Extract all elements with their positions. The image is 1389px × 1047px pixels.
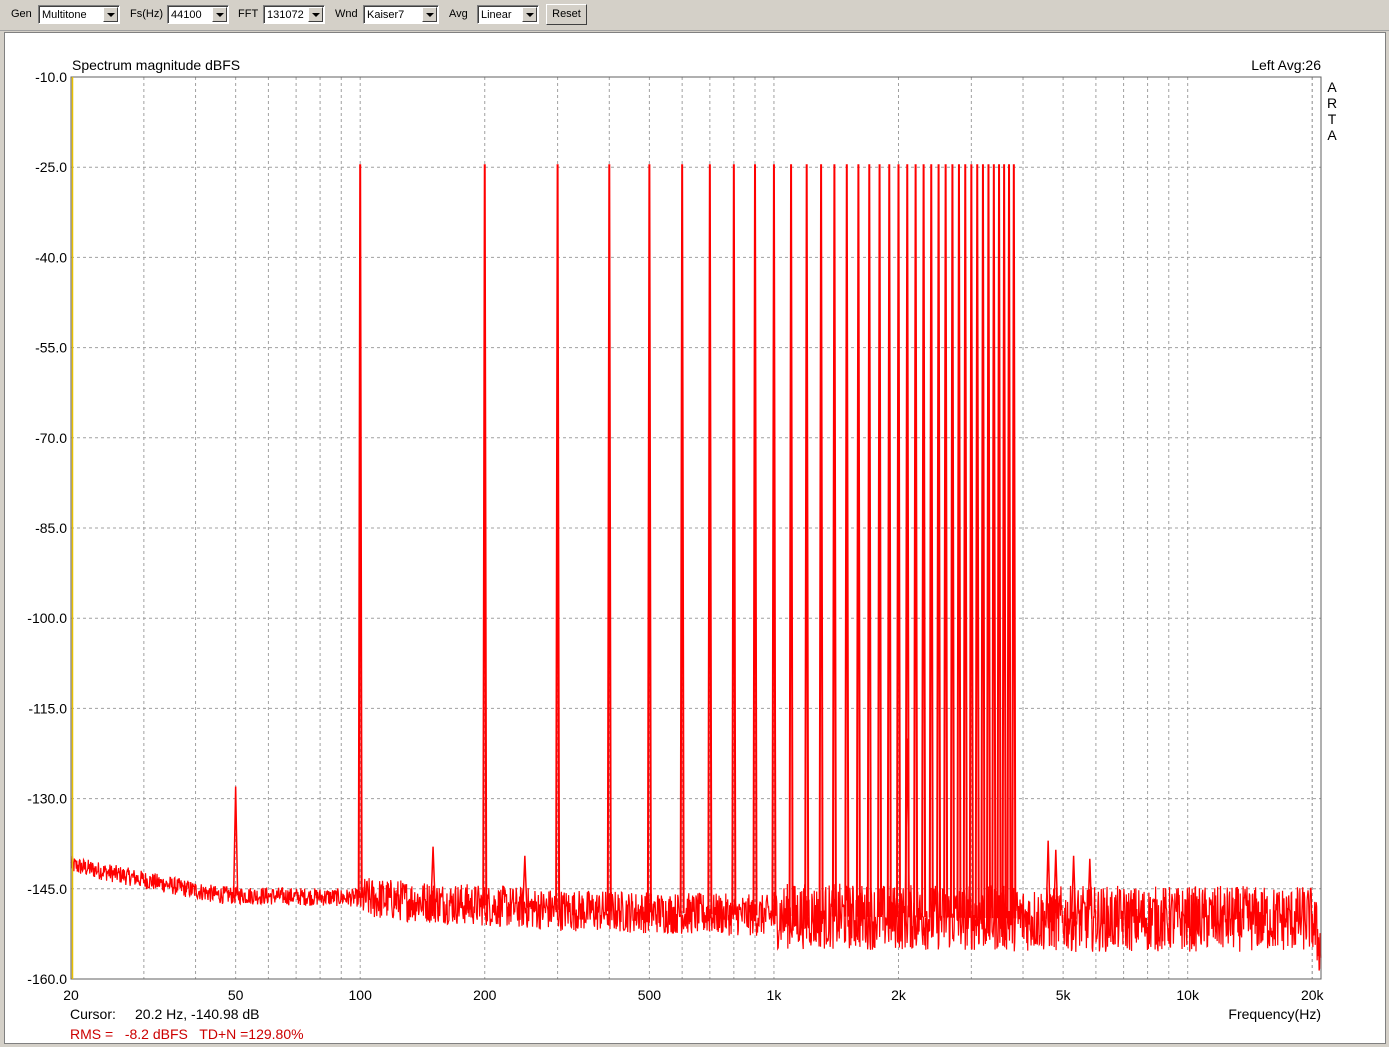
fft-select[interactable]: 131072 [263,5,325,24]
chevron-down-icon[interactable] [212,7,227,22]
tone-peak [818,164,824,917]
brand-letter-r: R [1327,95,1337,111]
wnd-label: Wnd [335,8,358,20]
label-layer: -10.0 -25.0 -40.0 -55.0 -70.0 -85.0 -100.0 -115… [27,69,1324,1003]
x-tick-label: 50 [228,987,244,1003]
tone-peak [707,164,713,915]
avg-select[interactable]: Linear [477,5,539,24]
fft-label: FFT [238,8,259,20]
y-tick-label: -100.0 [27,610,67,626]
tone-peak [831,164,837,917]
tone-peak [913,164,919,918]
wnd-select-value: Kaiser7 [367,9,405,21]
fft-select-value: 131072 [267,9,304,21]
x-tick-label: 20k [1301,987,1325,1003]
gen-select[interactable]: Multitone [38,5,120,24]
y-tick-label: -40.0 [35,249,67,265]
y-tick-label: -130.0 [27,791,67,807]
tone-peak [752,164,758,916]
tone-peak [962,164,968,918]
fs-select[interactable]: 44100 [167,5,229,24]
y-tick-label: -10.0 [35,69,67,85]
tone-peak [956,164,962,918]
tone-peak [980,164,986,919]
brand-letter-a1: A [1327,79,1337,95]
tone-peak [1011,164,1017,919]
tone-peak [949,164,955,918]
tone-peak [844,164,850,917]
tone-peak [928,164,934,918]
x-tick-label: 5k [1056,987,1072,1003]
x-tick-label: 100 [349,987,373,1003]
y-tick-label: -115.0 [28,700,67,716]
brand-letter-a2: A [1327,127,1337,143]
noise-floor-trace [70,856,1322,971]
y-tick-label: -70.0 [35,430,67,446]
tone-peak [1001,164,1007,919]
tone-peak [985,164,991,919]
tone-peak [921,164,927,918]
x-tick-label: 1k [767,987,783,1003]
y-tick-label: -160.0 [27,971,67,987]
tone-peak [943,164,949,918]
chart-panel: -10.0 -25.0 -40.0 -55.0 -70.0 -85.0 -100.0 -115… [4,32,1386,1044]
reset-button[interactable]: Reset [546,4,587,25]
channel-info: Left Avg:26 [1251,57,1321,73]
x-tick-label: 10k [1176,987,1200,1003]
x-tick-label: 20 [63,987,79,1003]
gen-label: Gen [11,8,32,20]
tone-peak [996,164,1002,919]
tone-peak [855,164,861,917]
toolbar: Gen Multitone Fs(Hz) 44100 FFT 131072 Wn… [0,0,1389,31]
x-tick-label: 500 [638,987,662,1003]
cursor-label: Cursor: [70,1006,116,1022]
tone-peak [886,164,892,918]
avg-label: Avg [449,8,468,20]
x-axis-label: Frequency(Hz) [1228,1006,1321,1022]
tone-peak [788,164,794,917]
grid-layer [71,77,1321,979]
tone-peak [877,164,883,917]
chevron-down-icon[interactable] [308,7,323,22]
x-tick-label: 2k [891,987,907,1003]
rms-text: RMS = -8.2 dBFS TD+N =129.80% [70,1026,304,1042]
y-tick-label: -55.0 [35,340,67,356]
trace-layer [70,164,1322,971]
y-tick-label: -25.0 [35,159,67,175]
brand-letter-t: T [1328,111,1337,127]
y-tick-label: -85.0 [35,520,67,536]
fs-label: Fs(Hz) [130,8,163,20]
y-tick-label: -145.0 [27,881,67,897]
chevron-down-icon[interactable] [522,7,537,22]
tone-peak [991,164,997,919]
tone-peak [804,164,810,917]
wnd-select[interactable]: Kaiser7 [363,5,439,24]
tone-peak [731,164,737,915]
tone-peak [679,164,685,914]
chevron-down-icon[interactable] [103,7,118,22]
cursor-value: 20.2 Hz, -140.98 dB [135,1006,260,1022]
tone-peak [936,164,942,918]
tone-peak [482,164,488,906]
x-tick-label: 200 [473,987,497,1003]
avg-select-value: Linear [481,9,512,21]
gen-select-value: Multitone [42,9,87,21]
fs-select-value: 44100 [171,9,202,21]
chevron-down-icon[interactable] [422,7,437,22]
chart-title: Spectrum magnitude dBFS [72,57,240,73]
tone-peak [1006,164,1012,919]
tone-peak [646,164,652,913]
spectrum-chart[interactable]: -10.0 -25.0 -40.0 -55.0 -70.0 -85.0 -100.0 -115… [5,33,1385,1043]
tone-peak [866,164,872,917]
spur-peak [1087,858,1093,919]
spur-peak [522,855,528,908]
tone-peak [974,164,980,918]
